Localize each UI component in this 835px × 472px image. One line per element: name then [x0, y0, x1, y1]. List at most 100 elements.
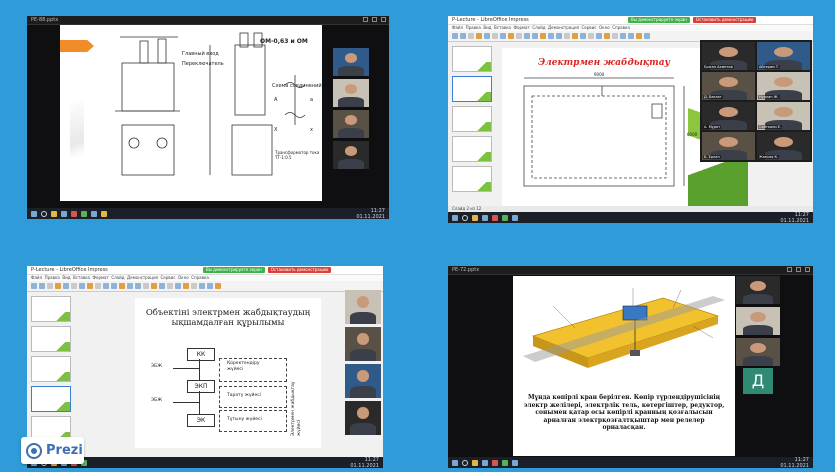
app-icon[interactable]	[502, 459, 508, 466]
participant-video[interactable]	[333, 141, 369, 169]
explorer-icon[interactable]	[472, 459, 478, 466]
menu-help[interactable]: Справка	[191, 275, 209, 280]
toolbar-button[interactable]	[556, 33, 562, 39]
toolbar-button[interactable]	[492, 33, 498, 39]
windows-start-icon[interactable]	[452, 459, 458, 466]
toolbar-button[interactable]	[468, 33, 474, 39]
toolbar-button[interactable]	[175, 283, 181, 289]
participant-video[interactable]	[333, 79, 369, 107]
toolbar-button[interactable]	[143, 283, 149, 289]
toolbar-button[interactable]	[103, 283, 109, 289]
toolbar-button[interactable]	[484, 33, 490, 39]
participant-video[interactable]: Ержан Ахметов	[702, 42, 755, 70]
menu-edit[interactable]: Правка	[45, 275, 60, 280]
app-icon[interactable]	[512, 459, 518, 466]
toolbar-button[interactable]	[596, 33, 602, 39]
toolbar-button[interactable]	[95, 283, 101, 289]
participant-video[interactable]: Сейткали Е.	[757, 102, 810, 130]
toolbar-button[interactable]	[39, 283, 45, 289]
slide-thumbnail[interactable]	[31, 296, 71, 322]
menu-help[interactable]: Справка	[612, 25, 630, 30]
toolbar-button[interactable]	[628, 33, 634, 39]
toolbar-button[interactable]	[135, 283, 141, 289]
slide-thumbnail[interactable]	[452, 166, 492, 192]
app-icon[interactable]	[502, 214, 508, 221]
participant-video[interactable]: А. Мұрат	[702, 102, 755, 130]
menu-slideshow[interactable]: Демонстрация	[127, 275, 158, 280]
menu-format[interactable]: Формат	[93, 275, 109, 280]
toolbar-button[interactable]	[580, 33, 586, 39]
toolbar-button[interactable]	[572, 33, 578, 39]
menu-slide[interactable]: Слайд	[532, 25, 545, 30]
slide-thumbnail[interactable]	[452, 46, 492, 72]
toolbar-button[interactable]	[207, 283, 213, 289]
participant-video[interactable]: Айгерим Т.	[757, 42, 810, 70]
app-icon[interactable]	[71, 210, 77, 217]
app-icon[interactable]	[492, 459, 498, 466]
toolbar-button[interactable]	[532, 33, 538, 39]
toolbar-button[interactable]	[508, 33, 514, 39]
browser-icon[interactable]	[482, 459, 488, 466]
participant-video[interactable]	[736, 307, 780, 335]
toolbar-button[interactable]	[548, 33, 554, 39]
menu-edit[interactable]: Правка	[466, 25, 481, 30]
participant-video[interactable]: Жансая К.	[757, 132, 810, 160]
toolbar-button[interactable]	[159, 283, 165, 289]
participant-video[interactable]: Д. Бекзат	[702, 72, 755, 100]
toolbar-button[interactable]	[87, 283, 93, 289]
windows-start-icon[interactable]	[452, 214, 458, 221]
app-icon[interactable]	[91, 210, 97, 217]
toolbar-button[interactable]	[191, 283, 197, 289]
toolbar-button[interactable]	[604, 33, 610, 39]
menu-slideshow[interactable]: Демонстрация	[548, 25, 579, 30]
participant-video[interactable]: Нурлан Ж.	[757, 72, 810, 100]
app-icon[interactable]	[101, 210, 107, 217]
participant-video[interactable]	[345, 290, 381, 324]
participant-video[interactable]	[345, 364, 381, 398]
toolbar-button[interactable]	[452, 33, 458, 39]
prezi-badge[interactable]: Prezi	[21, 437, 84, 464]
toolbar-button[interactable]	[55, 283, 61, 289]
app-icon[interactable]	[492, 214, 498, 221]
toolbar-button[interactable]	[620, 33, 626, 39]
toolbar-button[interactable]	[47, 283, 53, 289]
menu-window[interactable]: Окно	[178, 275, 189, 280]
participant-video[interactable]	[736, 338, 780, 366]
toolbar-button[interactable]	[151, 283, 157, 289]
menu-view[interactable]: Вид	[62, 275, 70, 280]
search-icon[interactable]	[462, 214, 468, 221]
toolbar-button[interactable]	[540, 33, 546, 39]
toolbar-button[interactable]	[31, 283, 37, 289]
toolbar-button[interactable]	[524, 33, 530, 39]
menu-tools[interactable]: Сервис	[582, 25, 597, 30]
windows-start-icon[interactable]	[31, 210, 37, 217]
slide-thumbnail[interactable]	[31, 356, 71, 382]
participant-video[interactable]	[345, 327, 381, 361]
sharing-indicator[interactable]: Вы демонстрируете экран	[203, 267, 265, 273]
participant-video[interactable]	[333, 48, 369, 76]
menu-format[interactable]: Формат	[514, 25, 530, 30]
menu-tools[interactable]: Сервис	[161, 275, 176, 280]
toolbar-button[interactable]	[500, 33, 506, 39]
toolbar-button[interactable]	[111, 283, 117, 289]
toolbar-button[interactable]	[127, 283, 133, 289]
slide-thumbnail[interactable]	[452, 76, 492, 102]
slide-thumbnail[interactable]	[452, 136, 492, 162]
slide-thumbnail[interactable]	[31, 386, 71, 412]
participant-avatar[interactable]: Д	[743, 368, 773, 394]
stop-share-button[interactable]: Остановить демонстрацию	[267, 267, 332, 273]
menu-file[interactable]: Файл	[31, 275, 42, 280]
toolbar-button[interactable]	[460, 33, 466, 39]
slide-thumbnail[interactable]	[31, 326, 71, 352]
toolbar-button[interactable]	[516, 33, 522, 39]
toolbar-button[interactable]	[199, 283, 205, 289]
toolbar-button[interactable]	[79, 283, 85, 289]
slide-thumbnail[interactable]	[452, 106, 492, 132]
menu-insert[interactable]: Вставка	[73, 275, 90, 280]
toolbar-button[interactable]	[119, 283, 125, 289]
app-icon[interactable]	[512, 214, 518, 221]
toolbar-button[interactable]	[167, 283, 173, 289]
toolbar-button[interactable]	[612, 33, 618, 39]
toolbar-button[interactable]	[644, 33, 650, 39]
toolbar-button[interactable]	[71, 283, 77, 289]
